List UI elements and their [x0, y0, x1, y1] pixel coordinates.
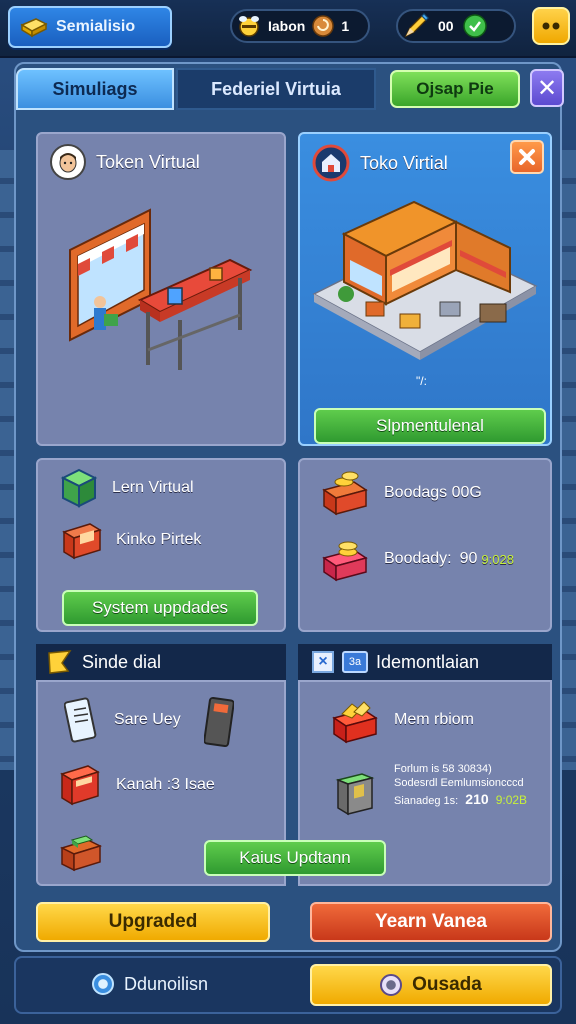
gold-leaf-icon	[48, 650, 72, 674]
shop-building-illustration	[312, 200, 538, 360]
radio-circle-icon	[380, 974, 403, 996]
boodady-value: 90	[459, 550, 478, 567]
machine-icon	[60, 765, 100, 806]
close-icon: ✕	[536, 74, 558, 102]
emoji-button[interactable]	[532, 7, 570, 45]
swirl-coin-icon	[312, 15, 335, 37]
person-face-icon	[59, 153, 77, 173]
kinko-row[interactable]: Kinko Pirtek	[60, 520, 201, 560]
option2-label: Ousada	[412, 974, 482, 995]
learn-kinko-card: Lern Virtual Kinko Pirtek System uppdade…	[36, 458, 286, 632]
learn-virtual-row[interactable]: Lern Virtual	[60, 466, 194, 510]
ousada-button[interactable]: Ousada	[310, 964, 552, 1006]
tablet-icon	[64, 697, 97, 743]
boodady-label: Boodady:	[384, 550, 452, 567]
tab-bar: Simuliags Federiel Virtuia Ojsap Pie ✕	[16, 64, 564, 114]
trash-bin-icon	[335, 773, 375, 816]
coin-stack-icon	[322, 541, 368, 582]
detail-line-3: Sianadeg 1s: 210 9:02B	[394, 792, 527, 808]
close-panel-button[interactable]: ✕	[530, 69, 564, 107]
token-virtual-title: Token Virtual	[96, 151, 200, 172]
sare-uey-row[interactable]: Sare Uey	[64, 696, 181, 744]
bee-icon	[239, 16, 259, 37]
brand-label: Semialisio	[56, 18, 136, 35]
cube-icon	[60, 468, 98, 508]
boodags-row[interactable]: Boodags 00G	[320, 470, 482, 516]
open-button[interactable]: Ojsap Pie	[390, 70, 520, 108]
detail-line-2: Sodesrdl Eemlumsioncccd	[394, 777, 524, 789]
close-icon	[519, 149, 535, 165]
detail-line-1: Forlum is 58 30834)	[394, 763, 492, 775]
basket-icon	[332, 701, 378, 744]
sinde-dial-header: Sinde dial	[36, 644, 286, 680]
mem-rbiom-row[interactable]: Mem rbiom	[330, 696, 474, 744]
detail-value: 210	[465, 791, 489, 807]
token-virtual-header: Token Virtual	[50, 144, 200, 180]
kinko-label: Kinko Pirtek	[116, 531, 202, 548]
pencil-icon	[404, 13, 429, 38]
detail-line-3-label: Sianadeg 1s:	[394, 795, 459, 807]
toko-close-button[interactable]	[510, 140, 544, 174]
idemontlaian-title: Idemontlaian	[376, 651, 480, 672]
system-upgrades-button[interactable]: System uppdades	[62, 590, 258, 626]
option1-label: Ddunoilisn	[124, 973, 209, 994]
kaius-update-button[interactable]: Kaius Updtann	[204, 840, 386, 876]
learn-virtual-label: Lern Virtual	[112, 479, 194, 496]
resource-counter-2[interactable]: 00	[396, 9, 516, 43]
green-box-icon	[59, 835, 103, 872]
detail-accent: 9:02B	[495, 793, 528, 807]
resource1-value: 1	[341, 18, 350, 34]
toko-virtual-card[interactable]: Toko Virtial "/: Slpmentulenal	[298, 132, 552, 446]
gold-bar-icon	[20, 18, 48, 38]
resource2-value: 00	[438, 18, 454, 34]
option-radio-1[interactable]: Ddunoilisn	[92, 973, 208, 995]
mem-rbiom-label: Mem rbiom	[394, 711, 475, 728]
brand-button[interactable]: Semialisio	[8, 6, 172, 48]
phone-icon	[204, 696, 234, 748]
tab-simulations[interactable]: Simuliags	[16, 68, 174, 110]
toko-action-button[interactable]: Slpmentulenal	[314, 408, 546, 444]
avatar	[50, 144, 86, 180]
boodags-label: Boodags 00G	[384, 484, 482, 501]
top-bar: Semialisio Iabon 1 00	[0, 0, 576, 58]
face-icon	[542, 22, 560, 30]
yearn-vanea-button[interactable]: Yearn Vanea	[310, 902, 552, 942]
token-virtual-card[interactable]: Token Virtual	[36, 132, 286, 446]
boodady-accent: 9:028	[481, 551, 514, 567]
checkbox-x-icon[interactable]: ×	[312, 651, 334, 673]
boodady-row[interactable]: Boodady: 90 9:028	[320, 536, 514, 582]
tab-federal-virtual[interactable]: Federiel Virtuia	[176, 68, 376, 110]
market-stall-illustration	[69, 208, 253, 370]
badge-3a: 3a	[342, 651, 368, 673]
coin-chest-icon	[322, 471, 368, 516]
radio-circle-icon	[92, 973, 114, 995]
toko-caption: "/:	[416, 374, 427, 388]
boodags-card: Boodags 00G Boodady: 90 9:028	[298, 458, 552, 632]
main-panel: Simuliags Federiel Virtuia Ojsap Pie ✕ T…	[14, 62, 564, 952]
idemontlaian-header: × 3a Idemontlaian	[298, 644, 552, 680]
green-gem-icon	[462, 14, 487, 38]
resource1-label: Iabon	[268, 18, 306, 34]
resource-counter-1[interactable]: Iabon 1	[230, 9, 370, 43]
bottom-bar: Ddunoilisn Ousada	[14, 956, 562, 1014]
kanah-label: Kanah :3 Isae	[116, 776, 215, 793]
sinde-dial-title: Sinde dial	[82, 651, 162, 672]
kanah-row[interactable]: Kanah :3 Isae	[58, 762, 215, 808]
oven-icon	[62, 523, 102, 560]
toko-virtual-title: Toko Virtial	[360, 152, 448, 173]
upgrade-button[interactable]: Upgraded	[36, 902, 270, 942]
sare-uey-label: Sare Uey	[114, 711, 181, 728]
